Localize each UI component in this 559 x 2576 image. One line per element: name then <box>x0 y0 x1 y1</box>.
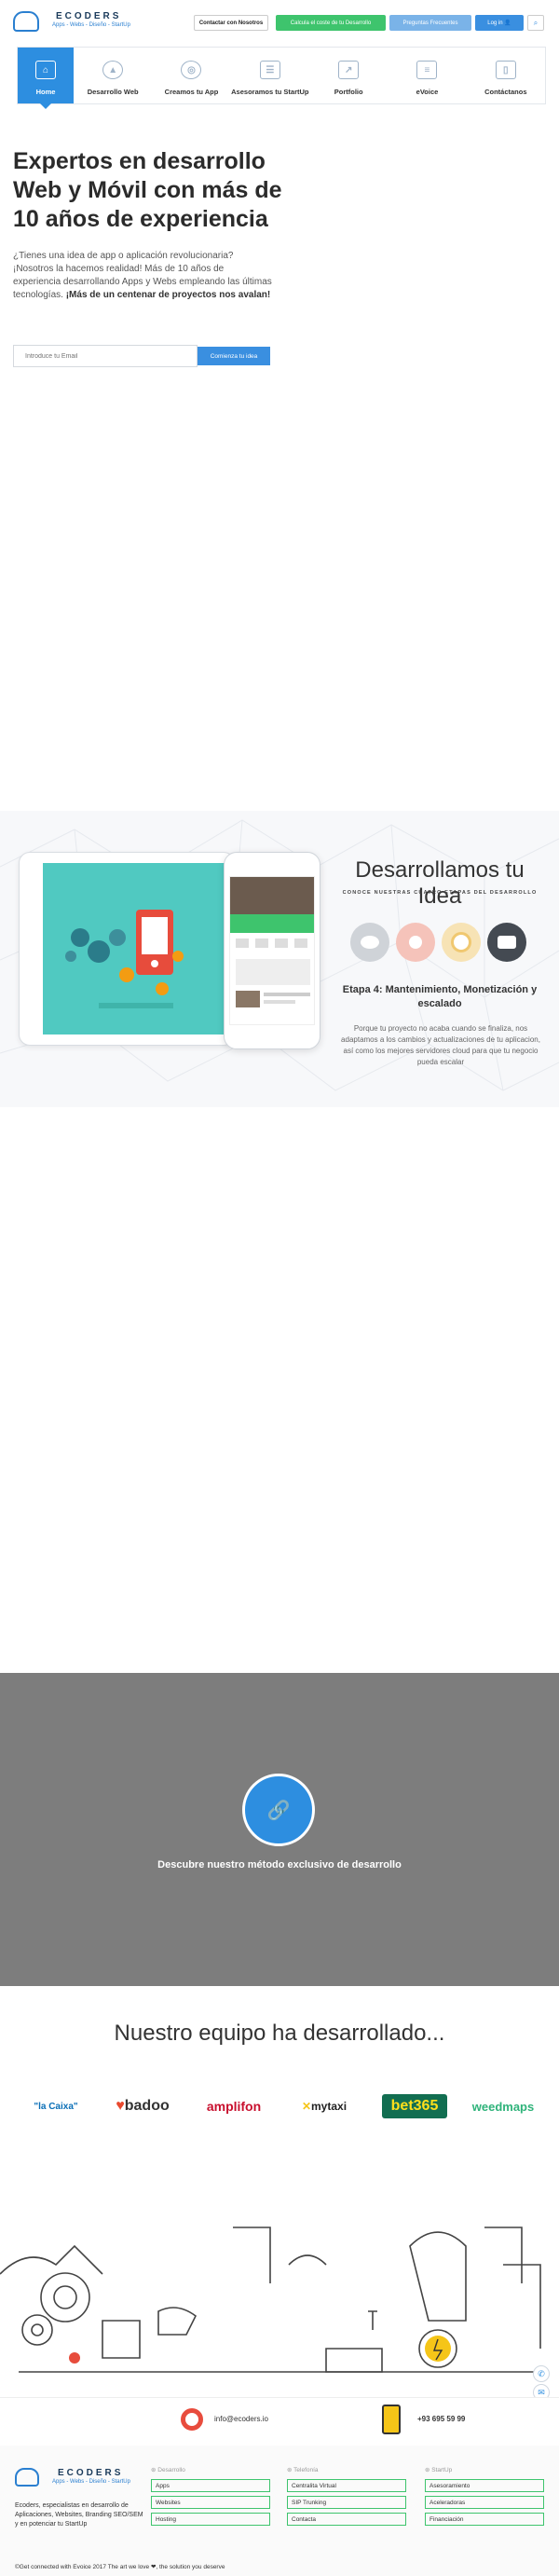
client-name: badoo <box>124 2098 170 2114</box>
document-icon: ≡ <box>416 61 438 79</box>
footer-link-centralita[interactable]: Centralita Virtual <box>287 2479 406 2492</box>
main-nav: ⌂ Home ▲ Desarrollo Web ◎ Creamos tu App ☰ A… <box>17 47 546 109</box>
brand-name[interactable]: ECODERS <box>56 11 121 21</box>
client-name: mytaxi <box>311 2100 348 2113</box>
footer-link-financiacion[interactable]: Financiación <box>425 2513 544 2526</box>
home-icon: ⌂ <box>35 61 56 79</box>
footer-link-hosting[interactable]: Hosting <box>151 2513 270 2526</box>
client-logo-bet365: bet365 <box>382 2094 447 2118</box>
rocket-icon: ▲ <box>102 61 124 79</box>
client-name: amplifon <box>206 2099 262 2114</box>
taxi-icon: ✕ <box>301 2100 312 2113</box>
email-input[interactable] <box>13 345 198 367</box>
nav-item-home[interactable]: ⌂ Home <box>18 48 74 109</box>
globe-icon: ◎ <box>181 61 202 79</box>
footer-link-contacta[interactable]: Contacta <box>287 2513 406 2526</box>
nav-label: Contáctanos <box>484 88 527 96</box>
nav-label: Desarrollo Web <box>87 88 139 96</box>
nav-label: Portfolio <box>334 88 363 96</box>
nav-item-portfolio[interactable]: ↗ Portfolio <box>309 48 388 103</box>
heart-icon: ♥ <box>116 2098 125 2114</box>
eye-icon <box>361 936 379 949</box>
hero-highlight: ¡Más de un centenar de proyectos nos ava… <box>65 290 271 300</box>
chart-icon: ↗ <box>338 61 360 79</box>
client-logo-weedmaps: weedmaps <box>466 2090 540 2122</box>
phone-icon: ▯ <box>495 61 516 79</box>
hero-title: Expertos en desarrollo Web y Móvil con m… <box>13 148 282 232</box>
clients-title: Nuestro equipo ha desarrollado... <box>114 2021 445 2046</box>
phone-icon[interactable]: ✆ <box>533 2365 550 2382</box>
login-button[interactable]: Log in 👤 <box>475 15 524 31</box>
stage-4-button[interactable] <box>487 923 526 962</box>
contact-email[interactable]: info@ecoders.io <box>214 2415 268 2423</box>
contact-phone[interactable]: +93 695 59 99 <box>417 2415 465 2423</box>
footer-brand[interactable]: ECODERS <box>58 2468 123 2478</box>
client-logo-badoo: ♥ badoo <box>108 2090 177 2122</box>
nav-label: Asesoramos tu StartUp <box>231 88 309 96</box>
stage-text: Porque tu proyecto no acaba cuando se fi… <box>341 1024 540 1066</box>
nav-label: eVoice <box>416 88 439 96</box>
method-text[interactable]: Descubre nuestro método exclusivo de des… <box>0 1859 559 1870</box>
search-icon[interactable]: ⌕ <box>527 15 544 31</box>
nav-item-contact[interactable]: ▯ Contáctanos <box>467 48 545 103</box>
stage-1-button[interactable] <box>350 923 389 962</box>
start-idea-button[interactable]: Comienza tu idea <box>198 347 270 365</box>
footer-link-websites[interactable]: Websites <box>151 2496 270 2509</box>
tablet-illustration <box>43 863 235 1035</box>
footer-link-sip[interactable]: SIP Trunking <box>287 2496 406 2509</box>
tech-illustration <box>0 2209 559 2395</box>
client-logo-amplifon: amplifon <box>201 2090 266 2122</box>
contact-button[interactable]: Contactar con Nosotros <box>194 15 268 31</box>
brand-tagline: Apps - Webs - Diseño - StartUp <box>52 22 130 28</box>
nav-item-desarrollo-web[interactable]: ▲ Desarrollo Web <box>74 48 152 103</box>
nav-label: Home <box>35 88 56 96</box>
stage-2-button[interactable] <box>396 923 435 962</box>
footer-link-asesoramiento[interactable]: Asesoramiento <box>425 2479 544 2492</box>
logo-icon[interactable] <box>13 11 39 32</box>
client-name: bet365 <box>390 2098 439 2114</box>
client-logo-mytaxi: ✕ mytaxi <box>296 2090 352 2122</box>
footer-description: Ecoders, especialistas en desarrollo de … <box>15 2502 143 2528</box>
idea-subtitle: CONOCE NUESTRAS CUATRO ETAPAS DEL DESARR… <box>342 890 538 896</box>
nav-item-evoice[interactable]: ≡ eVoice <box>388 48 466 103</box>
footer-copyright: ©Get connected with Evoice 2017 The art … <box>15 2564 225 2570</box>
footer-link-aceleradoras[interactable]: Aceleradoras <box>425 2496 544 2509</box>
lifebuoy-icon <box>181 2408 203 2431</box>
mobile-phone-icon <box>382 2405 401 2434</box>
phone-app-screen <box>229 876 315 1025</box>
nav-item-startup[interactable]: ☰ Asesoramos tu StartUp <box>231 48 309 103</box>
footer-link-apps[interactable]: Apps <box>151 2479 270 2492</box>
faq-button[interactable]: Preguntas Frecuentes <box>389 15 471 31</box>
footer-heading-telefonia: ⊛ Telefonía <box>287 2467 319 2473</box>
chat-icon: ☰ <box>259 61 280 79</box>
calc-cost-button[interactable]: Calcula el coste de tu Desarrollo <box>276 15 386 31</box>
footer-heading-startup: ⊛ StartUp <box>425 2467 453 2473</box>
stage-3-button[interactable] <box>442 923 481 962</box>
link-icon[interactable]: 🔗 <box>242 1774 315 1846</box>
contact-strip <box>0 2397 559 2446</box>
card-icon <box>498 936 516 949</box>
stage-title: Etapa 4: Mantenimiento, Monetización y e… <box>342 984 538 1009</box>
hero-text: ¿Tienes una idea de app o aplicación rev… <box>13 250 274 302</box>
idea-title: Desarrollamos tu Idea <box>355 857 525 909</box>
client-name: weedmaps <box>471 2099 535 2114</box>
footer-logo-icon[interactable] <box>15 2468 39 2487</box>
login-label: Log in <box>487 20 503 26</box>
client-logo-lacaixa: "la Caixa" <box>28 2090 84 2122</box>
client-name: "la Caixa" <box>34 2101 78 2112</box>
user-icon: 👤 <box>504 21 511 26</box>
footer-heading-desarrollo: ⊛ Desarrollo <box>151 2467 185 2473</box>
target-icon <box>451 932 471 952</box>
share-icon <box>409 936 422 949</box>
footer-tagline: Apps - Webs - Diseño - StartUp <box>52 2479 130 2485</box>
nav-label: Creamos tu App <box>164 88 219 96</box>
nav-item-app[interactable]: ◎ Creamos tu App <box>152 48 230 103</box>
